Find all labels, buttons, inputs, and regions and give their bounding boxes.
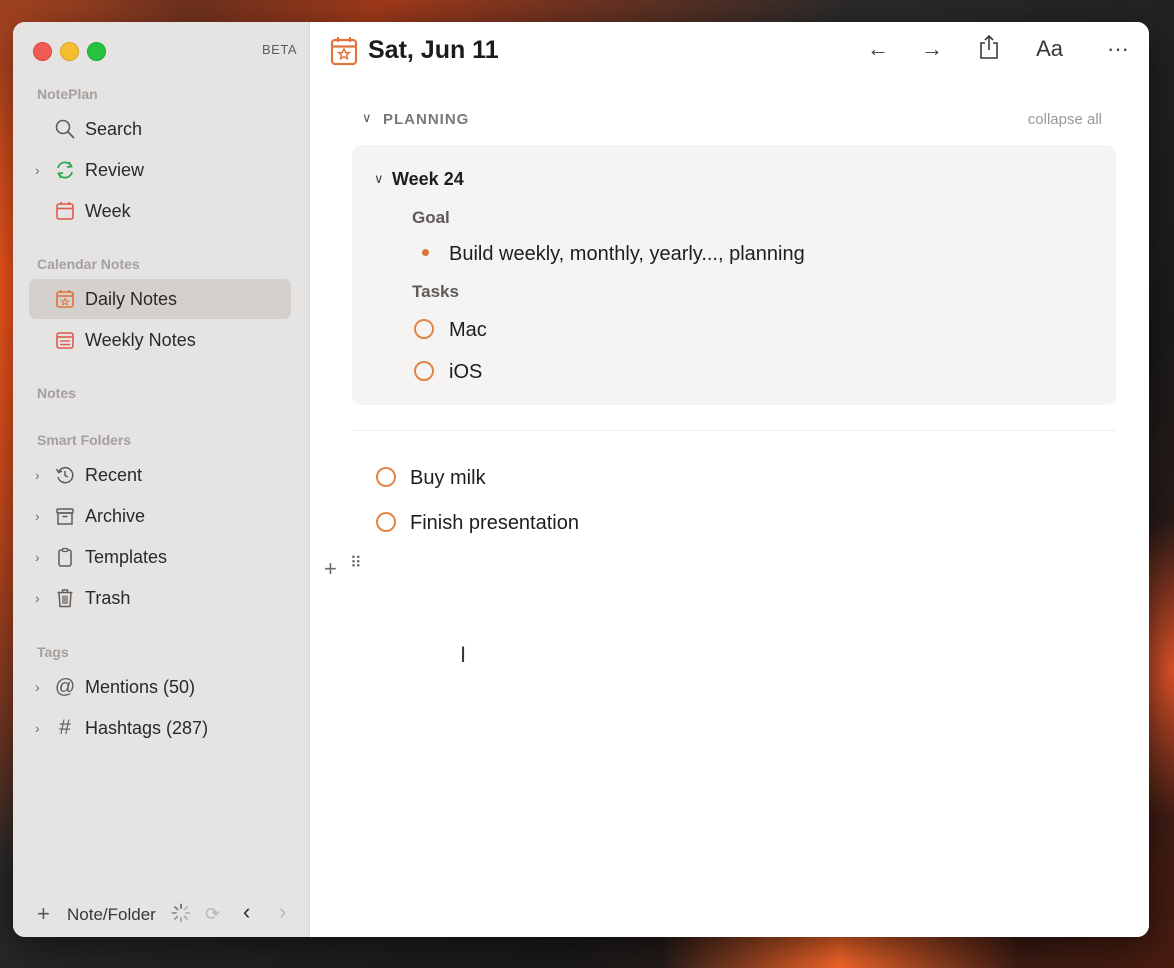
- sidebar-item-search[interactable]: Search: [29, 109, 291, 149]
- minimize-button[interactable]: [60, 42, 79, 61]
- close-button[interactable]: [33, 42, 52, 61]
- sidebar: BETA NotePlan Search › Review Week Calen…: [13, 22, 310, 937]
- task-checkbox[interactable]: [414, 361, 434, 381]
- calendar-icon: [54, 200, 76, 222]
- font-settings-button[interactable]: Aa: [1036, 36, 1063, 62]
- more-icon[interactable]: ···: [1107, 36, 1129, 62]
- task-checkbox[interactable]: [414, 319, 434, 339]
- chevron-right-icon[interactable]: ›: [35, 590, 49, 606]
- page-title: Sat, Jun 11: [368, 36, 499, 64]
- sidebar-item-week[interactable]: Week: [29, 191, 291, 231]
- sync-icon[interactable]: ⟳: [205, 904, 220, 925]
- section-header-smart-folders: Smart Folders: [37, 432, 132, 448]
- hash-icon: #: [59, 716, 71, 739]
- sidebar-item-label: Trash: [85, 588, 131, 608]
- forward-arrow-icon[interactable]: →: [921, 36, 943, 62]
- todo-item-buy-milk[interactable]: Buy milk: [410, 467, 486, 490]
- sidebar-item-label: Archive: [85, 506, 146, 526]
- divider: [352, 430, 1116, 431]
- app-window: BETA NotePlan Search › Review Week Calen…: [13, 22, 1149, 937]
- task-item-mac[interactable]: Mac: [449, 319, 487, 342]
- beta-badge: BETA: [262, 42, 297, 57]
- clock-icon: [54, 464, 76, 486]
- sidebar-footer: + Note/Folder ⟳ ‹ ›: [13, 891, 309, 937]
- section-header-calendar: Calendar Notes: [37, 256, 140, 272]
- daily-calendar-icon: [330, 36, 358, 71]
- bullet-icon: [422, 249, 429, 256]
- tasks-heading: Tasks: [412, 282, 459, 301]
- add-block-icon[interactable]: +: [324, 556, 337, 582]
- week-heading: Week 24: [392, 169, 464, 189]
- zoom-button[interactable]: [87, 42, 106, 61]
- chevron-left-icon[interactable]: ‹: [243, 899, 250, 925]
- sidebar-item-label: Mentions (50): [85, 677, 196, 697]
- todo-item-finish-presentation[interactable]: Finish presentation: [410, 512, 579, 535]
- planning-heading: PLANNING: [383, 111, 470, 128]
- share-icon[interactable]: [977, 34, 1001, 66]
- back-arrow-icon[interactable]: ←: [867, 36, 889, 62]
- search-icon: [54, 118, 76, 140]
- sidebar-item-label: Week: [85, 201, 131, 221]
- chevron-right-icon[interactable]: ›: [35, 162, 49, 178]
- sidebar-item-trash[interactable]: › Trash: [29, 578, 291, 618]
- sidebar-item-daily-notes[interactable]: Daily Notes: [29, 279, 291, 319]
- drag-handle-icon[interactable]: ⠿: [350, 556, 362, 572]
- editor: Sat, Jun 11 ← → Aa ··· ∨ PLANNING collap…: [310, 22, 1149, 937]
- sidebar-item-mentions[interactable]: › @ Mentions (50): [29, 667, 291, 707]
- sidebar-item-weekly-notes[interactable]: Weekly Notes: [29, 320, 291, 360]
- chevron-right-icon[interactable]: ›: [35, 679, 49, 695]
- planning-section: ∨ Week 24 Goal Build weekly, monthly, ye…: [352, 145, 1116, 405]
- collapse-all-button[interactable]: collapse all: [1028, 111, 1102, 128]
- sidebar-item-label: Recent: [85, 465, 143, 485]
- spinner-icon: [171, 903, 191, 928]
- sidebar-item-archive[interactable]: › Archive: [29, 496, 291, 536]
- sidebar-item-label: Review: [85, 160, 145, 180]
- chevron-right-icon[interactable]: ›: [35, 549, 49, 565]
- goal-item[interactable]: Build weekly, monthly, yearly..., planni…: [449, 243, 805, 266]
- clipboard-icon: [54, 546, 76, 568]
- new-note-folder-button[interactable]: Note/Folder: [67, 905, 156, 925]
- chevron-right-icon[interactable]: ›: [35, 508, 49, 524]
- sidebar-item-label: Daily Notes: [85, 289, 178, 309]
- task-checkbox[interactable]: [376, 467, 396, 487]
- task-checkbox[interactable]: [376, 512, 396, 532]
- sidebar-item-label: Search: [85, 119, 143, 139]
- sidebar-item-recent[interactable]: › Recent: [29, 455, 291, 495]
- section-header-noteplan: NotePlan: [37, 86, 98, 102]
- window-controls: [33, 42, 106, 61]
- goal-heading: Goal: [412, 208, 450, 227]
- sidebar-item-label: Weekly Notes: [85, 330, 196, 350]
- chevron-right-icon[interactable]: ›: [35, 720, 49, 736]
- archive-icon: [54, 505, 76, 527]
- sidebar-item-label: Hashtags (287): [85, 718, 209, 738]
- chevron-right-icon[interactable]: ›: [279, 899, 286, 925]
- plus-icon[interactable]: +: [37, 901, 50, 927]
- chevron-right-icon[interactable]: ›: [35, 467, 49, 483]
- text-cursor-icon: I: [460, 642, 467, 667]
- weekly-calendar-icon: [54, 329, 76, 351]
- daily-calendar-icon: [54, 288, 76, 310]
- trash-icon: [54, 587, 76, 609]
- task-item-ios[interactable]: iOS: [449, 361, 482, 384]
- sidebar-item-hashtags[interactable]: › # Hashtags (287): [29, 708, 291, 748]
- sidebar-item-review[interactable]: › Review: [29, 150, 291, 190]
- chevron-down-icon[interactable]: ∨: [362, 110, 372, 126]
- at-icon: @: [54, 675, 76, 698]
- section-header-notes[interactable]: Notes: [37, 385, 76, 401]
- chevron-down-icon[interactable]: ∨: [374, 171, 384, 187]
- sidebar-item-templates[interactable]: › Templates: [29, 537, 291, 577]
- refresh-icon: [54, 159, 76, 181]
- section-header-tags: Tags: [37, 644, 69, 660]
- sidebar-item-label: Templates: [85, 547, 168, 567]
